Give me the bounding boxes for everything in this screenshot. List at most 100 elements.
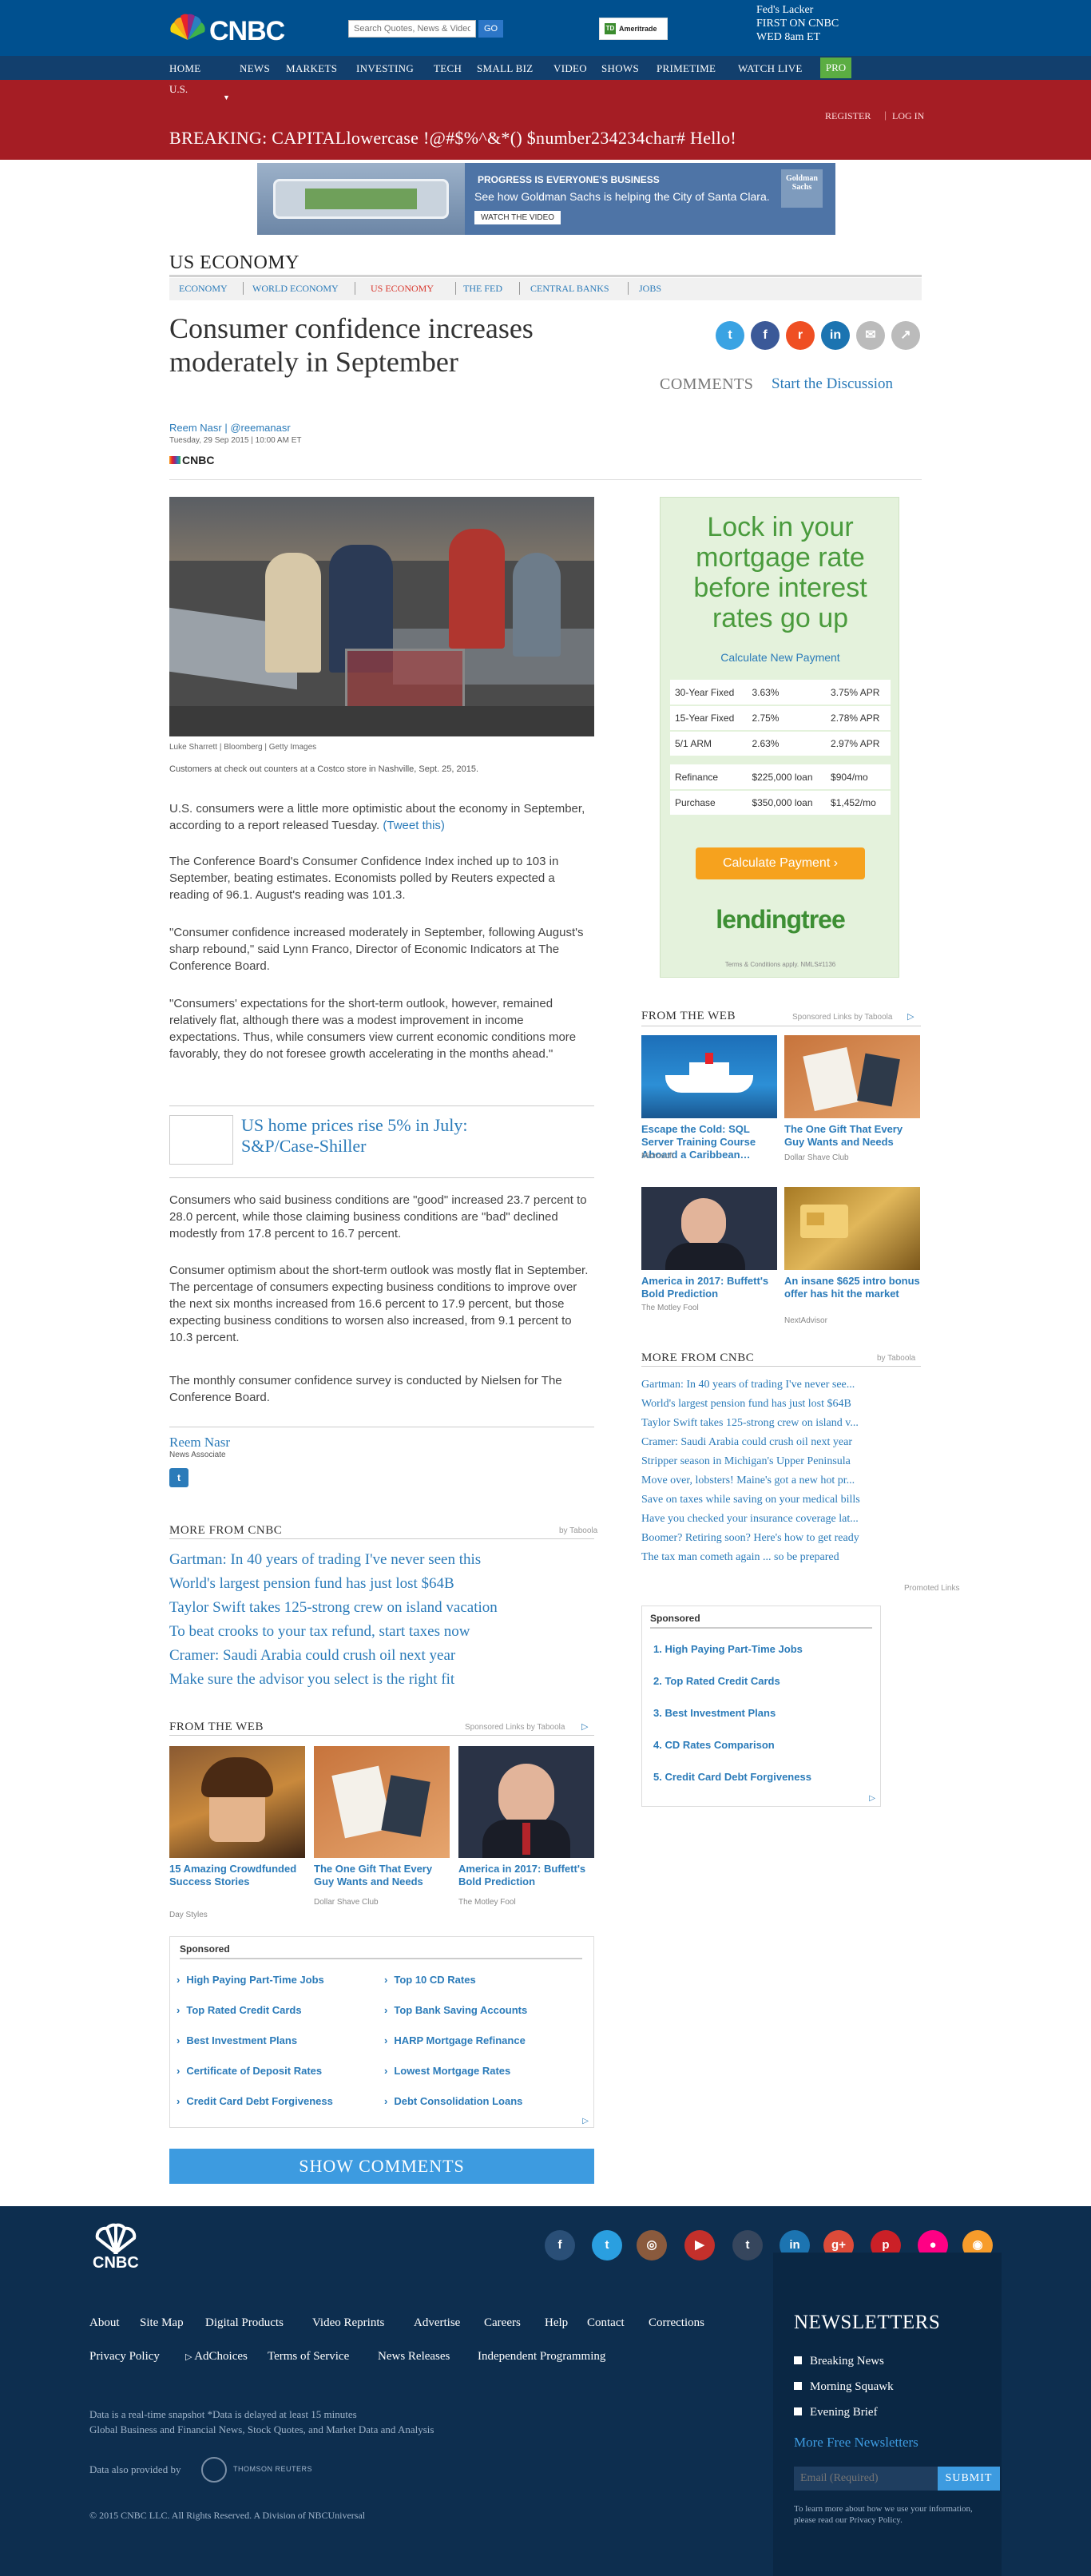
nav-small-biz[interactable]: SMALL BIZ — [477, 62, 533, 75]
more-from-cnbc-item[interactable]: Cramer: Saudi Arabia could crush oil nex… — [169, 1647, 455, 1665]
adchoices-icon[interactable]: ▷ — [869, 1794, 875, 1803]
more-from-cnbc-item[interactable]: Stripper season in Michigan's Upper Peni… — [641, 1455, 921, 1468]
web-card[interactable]: America in 2017: Buffett's Bold Predicti… — [641, 1187, 777, 1323]
sponsored-link[interactable]: Lowest Mortgage Rates — [384, 2065, 510, 2077]
web-card[interactable]: The One Gift That Every Guy Wants and Ne… — [784, 1035, 920, 1171]
nav-video[interactable]: VIDEO — [553, 62, 587, 75]
footer-link-help[interactable]: Help — [545, 2316, 568, 2330]
subnav-central-banks[interactable]: CENTRAL BANKS — [530, 283, 609, 295]
card-title[interactable]: The One Gift That Every Guy Wants and Ne… — [784, 1123, 920, 1149]
facebook-icon[interactable]: f — [751, 321, 780, 350]
ameritrade-ad[interactable]: TD Ameritrade — [599, 18, 668, 40]
subnav-us-economy[interactable]: US ECONOMY — [371, 283, 434, 295]
twitter-icon[interactable]: t — [592, 2230, 622, 2260]
article-author[interactable]: Reem Nasr | @reemanasr — [169, 422, 291, 434]
adchoices-icon[interactable]: ▷ — [907, 1011, 914, 1022]
more-from-cnbc-item[interactable]: Move over, lobsters! Maine's got a new h… — [641, 1475, 921, 1487]
more-newsletters-link[interactable]: More Free Newsletters — [794, 2435, 918, 2451]
related-title[interactable]: US home prices rise 5% in July: S&P/Case… — [241, 1115, 529, 1157]
youtube-icon[interactable]: ▶ — [684, 2230, 715, 2260]
calculate-payment-button[interactable]: Calculate Payment › — [696, 847, 865, 879]
header-promo[interactable]: Fed's Lacker FIRST ON CNBC WED 8am ET — [756, 3, 839, 44]
linkedin-icon[interactable]: in — [821, 321, 850, 350]
footer-logo[interactable]: CNBC — [88, 2222, 152, 2273]
footer-link-terms[interactable]: Terms of Service — [268, 2350, 349, 2364]
footer-link-corrections[interactable]: Corrections — [649, 2316, 704, 2330]
more-from-cnbc-item[interactable]: To beat crooks to your tax refund, start… — [169, 1623, 470, 1641]
subnav-the-fed[interactable]: THE FED — [463, 283, 502, 295]
taboola-credit[interactable]: Sponsored Links by Taboola — [465, 1723, 565, 1732]
footer-link-video-reprints[interactable]: Video Reprints — [312, 2316, 384, 2330]
lendingtree-ad[interactable]: Lock in your mortgage rate before intere… — [660, 497, 899, 978]
more-from-cnbc-item[interactable]: Save on taxes while saving on your medic… — [641, 1494, 921, 1506]
nav-markets[interactable]: MARKETS — [286, 62, 337, 75]
email-icon[interactable]: ✉ — [856, 321, 885, 350]
web-card[interactable]: An insane $625 intro bonus offer has hit… — [784, 1187, 920, 1325]
share-icon[interactable]: ↗ — [891, 321, 920, 350]
nav-pro[interactable]: PRO — [820, 58, 851, 78]
web-card[interactable]: The One Gift That Every Guy Wants and Ne… — [314, 1746, 450, 1922]
footer-link-sitemap[interactable]: Site Map — [140, 2316, 184, 2330]
checkbox-icon[interactable] — [794, 2382, 802, 2390]
footer-link-adchoices[interactable]: ▷ AdChoices — [185, 2350, 248, 2364]
twitter-icon[interactable]: t — [169, 1468, 188, 1487]
rate-row[interactable]: 30-Year Fixed 3.63% 3.75% APR — [670, 680, 891, 706]
search-input[interactable] — [348, 20, 476, 38]
breaking-news[interactable]: BREAKING: CAPITALlowercase !@#$%^&*() $n… — [169, 128, 736, 149]
instagram-icon[interactable]: ◎ — [637, 2230, 667, 2260]
nav-investing[interactable]: INVESTING — [356, 62, 414, 75]
submit-button[interactable]: SUBMIT — [938, 2467, 1000, 2491]
sponsored-link[interactable]: Credit Card Debt Forgiveness — [177, 2095, 333, 2107]
more-from-cnbc-item[interactable]: Taylor Swift takes 125-strong crew on is… — [169, 1599, 498, 1617]
web-card[interactable]: 15 Amazing Crowdfunded Success Stories D… — [169, 1746, 305, 1922]
login-link[interactable]: LOG IN — [892, 110, 924, 122]
footer-link-privacy[interactable]: Privacy Policy — [89, 2350, 160, 2364]
newsletter-checkbox[interactable]: Evening Brief — [794, 2406, 878, 2419]
subnav-world-economy[interactable]: WORLD ECONOMY — [252, 283, 339, 295]
email-field[interactable] — [794, 2467, 938, 2491]
taboola-credit[interactable]: by Taboola — [559, 1526, 597, 1535]
footer-link-news-releases[interactable]: News Releases — [378, 2350, 450, 2364]
adchoices-icon[interactable]: ▷ — [581, 1721, 588, 1732]
watch-video-button[interactable]: WATCH THE VIDEO — [474, 211, 561, 224]
subnav-economy[interactable]: ECONOMY — [179, 283, 228, 295]
newsletter-checkbox[interactable]: Breaking News — [794, 2355, 884, 2368]
sponsored-link[interactable]: 3. Best Investment Plans — [653, 1707, 776, 1719]
register-link[interactable]: REGISTER — [825, 110, 871, 122]
more-from-cnbc-item[interactable]: Gartman: In 40 years of trading I've nev… — [169, 1551, 481, 1569]
more-from-cnbc-item[interactable]: Boomer? Retiring soon? Here's how to get… — [641, 1532, 921, 1545]
rate-row[interactable]: 15-Year Fixed 2.75% 2.78% APR — [670, 705, 891, 732]
nav-shows[interactable]: SHOWS — [601, 62, 639, 75]
card-title[interactable]: 15 Amazing Crowdfunded Success Stories — [169, 1863, 305, 1888]
sponsored-link[interactable]: Top Bank Saving Accounts — [384, 2004, 527, 2016]
cnbc-logo[interactable]: CNBC — [169, 11, 321, 46]
tumblr-icon[interactable]: t — [732, 2230, 763, 2260]
sponsored-link[interactable]: High Paying Part-Time Jobs — [177, 1974, 323, 1986]
nav-news[interactable]: NEWS — [240, 62, 270, 75]
nav-home[interactable]: HOME — [169, 62, 200, 75]
tweet-this-link[interactable]: (Tweet this) — [383, 819, 445, 832]
related-article[interactable]: US home prices rise 5% in July: S&P/Case… — [169, 1112, 594, 1168]
twitter-icon[interactable]: t — [716, 321, 744, 350]
more-from-cnbc-item[interactable]: The tax man cometh again ... so be prepa… — [641, 1551, 921, 1564]
checkbox-icon[interactable] — [794, 2407, 802, 2415]
more-from-cnbc-item[interactable]: Gartman: In 40 years of trading I've nev… — [641, 1379, 921, 1391]
footer-link-about[interactable]: About — [89, 2316, 120, 2330]
show-comments-button[interactable]: SHOW COMMENTS — [169, 2149, 594, 2184]
author-card-name[interactable]: Reem Nasr — [169, 1435, 230, 1451]
more-from-cnbc-item[interactable]: Have you checked your insurance coverage… — [641, 1513, 921, 1526]
card-title[interactable]: America in 2017: Buffett's Bold Predicti… — [641, 1275, 777, 1300]
reddit-icon[interactable]: r — [786, 321, 815, 350]
sponsored-link[interactable]: 2. Top Rated Credit Cards — [653, 1675, 780, 1687]
more-from-cnbc-item[interactable]: Make sure the advisor you select is the … — [169, 1671, 454, 1689]
facebook-icon[interactable]: f — [545, 2230, 575, 2260]
nav-tech[interactable]: TECH — [434, 62, 462, 75]
more-from-cnbc-item[interactable]: World's largest pension fund has just lo… — [169, 1575, 454, 1593]
adchoices-icon[interactable]: ▷ — [582, 2117, 589, 2125]
rate-row[interactable]: 5/1 ARM 2.63% 2.97% APR — [670, 731, 891, 757]
article-photo[interactable] — [169, 497, 594, 736]
checkbox-icon[interactable] — [794, 2356, 802, 2364]
nav-primetime[interactable]: PRIMETIME — [657, 62, 716, 75]
thomson-reuters-label[interactable]: THOMSON REUTERS — [233, 2465, 312, 2473]
edition-select[interactable]: U.S. — [169, 83, 188, 96]
